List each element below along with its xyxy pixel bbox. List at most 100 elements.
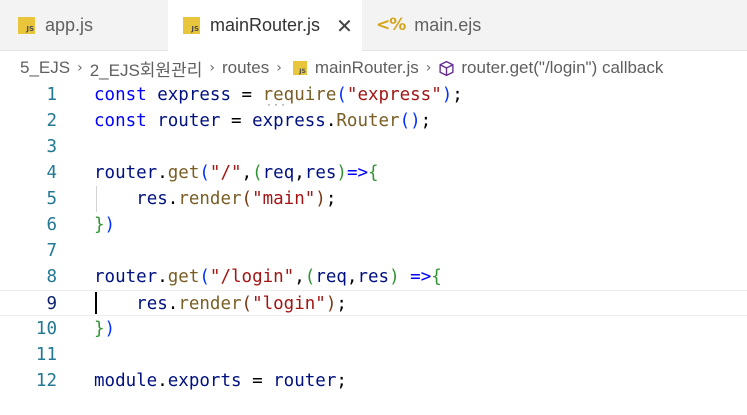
code-token: . <box>325 111 337 131</box>
code-token: Router <box>336 111 400 131</box>
code-text: res.render("main"); <box>94 186 336 212</box>
ejs-file-icon: <% <box>376 15 406 35</box>
code-token: ; <box>325 189 337 209</box>
code-token: . <box>157 163 168 183</box>
code-text: res.render("login"); <box>94 291 347 317</box>
code-token: const <box>94 111 147 131</box>
code-token: require <box>262 85 337 105</box>
code-token: "/login" <box>209 267 295 287</box>
code-line[interactable]: 9 res.render("login"); <box>0 290 747 316</box>
code-token: , <box>241 163 253 183</box>
code-line[interactable]: 11 <box>0 342 747 368</box>
code-text: router.get("/",(req,res)=>{ <box>94 160 379 186</box>
code-line[interactable]: 2 const router = express.Router(); <box>0 108 747 134</box>
tab-main-router-js[interactable]: JS mainRouter.js ✕ <box>168 0 362 51</box>
code-line[interactable]: 12 module.exports = router; <box>0 368 747 394</box>
code-token: . <box>167 189 179 209</box>
line-number: 7 <box>46 241 57 261</box>
chevron-right-icon: › <box>276 60 282 76</box>
code-line[interactable]: 1 const express = require("express"); <box>0 82 747 108</box>
code-token: } <box>94 215 105 235</box>
code-text: const express = require("express"); <box>94 82 463 108</box>
line-number: 3 <box>46 137 57 157</box>
code-token: exports <box>167 371 242 391</box>
code-token: ( <box>199 267 210 287</box>
code-token: ) <box>336 163 347 183</box>
tab-app-js[interactable]: JS app.js <box>0 0 168 50</box>
code-token: ( <box>336 85 347 105</box>
line-number: 12 <box>35 371 57 391</box>
code-line[interactable]: 7 <box>0 238 747 264</box>
breadcrumb-item-5-ejs[interactable]: 5_EJS <box>20 58 70 78</box>
breadcrumb-item-ejs-member[interactable]: 2_EJS회원관리 <box>90 56 203 81</box>
js-file-icon: JS <box>183 17 200 34</box>
code-token: { <box>431 267 442 287</box>
code-token: ; <box>336 371 347 391</box>
code-line[interactable]: 4 router.get("/",(req,res)=>{ <box>0 160 747 186</box>
line-number: 6 <box>46 215 57 235</box>
code-token: } <box>94 319 105 339</box>
line-number: 11 <box>35 345 57 365</box>
close-icon[interactable]: ✕ <box>336 14 353 38</box>
text-cursor <box>95 292 97 314</box>
code-token: ( <box>304 267 316 287</box>
code-line[interactable]: 8 router.get("/login",(req,res) =>{ <box>0 264 747 290</box>
tab-label: main.ejs <box>414 14 482 35</box>
code-editor[interactable]: ··· 1 const express = require("express");… <box>0 82 747 415</box>
code-token: { <box>368 163 379 183</box>
code-token: () <box>399 111 421 131</box>
code-token: , <box>294 267 305 287</box>
code-token: , <box>346 267 358 287</box>
line-number: 2 <box>46 111 57 131</box>
tab-main-ejs[interactable]: <% main.ejs <box>362 0 522 50</box>
line-number: 10 <box>35 319 57 339</box>
line-number: 1 <box>46 85 57 105</box>
code-line[interactable]: 10}) <box>0 316 747 342</box>
code-token: . <box>167 294 179 314</box>
code-token: ; <box>452 85 463 105</box>
tab-label: mainRouter.js <box>210 15 321 35</box>
code-token: ( <box>199 163 210 183</box>
breadcrumb-item-routes[interactable]: routes <box>222 58 269 78</box>
code-token: req <box>315 267 347 287</box>
line-number: 4 <box>46 163 57 183</box>
breadcrumb-item-file[interactable]: mainRouter.js <box>315 58 419 78</box>
code-token: "/" <box>209 163 242 183</box>
code-token: ( <box>252 163 263 183</box>
code-token: => <box>410 267 432 287</box>
code-token: ; <box>420 111 432 131</box>
code-token: get <box>167 163 200 183</box>
line-number: 8 <box>46 267 57 287</box>
code-token: router <box>94 267 158 287</box>
code-line[interactable]: 5 res.render("main"); <box>0 186 747 212</box>
code-token: ) <box>441 85 453 105</box>
editor-tab-bar: JS app.js JS mainRouter.js ✕ <% main.ejs <box>0 0 747 51</box>
code-token: "express" <box>346 85 442 105</box>
code-token: render <box>178 294 242 314</box>
chevron-right-icon: › <box>77 60 83 76</box>
code-line[interactable]: 3 <box>0 134 747 160</box>
code-token: ) <box>325 294 337 314</box>
code-token: ( <box>241 294 253 314</box>
code-token: . <box>157 371 168 391</box>
code-token: = <box>241 371 274 391</box>
code-token: => <box>346 163 369 183</box>
code-text: }) <box>94 212 115 238</box>
code-token: router <box>94 163 158 183</box>
code-token: router <box>157 111 221 131</box>
breadcrumb: 5_EJS › 2_EJS회원관리 › routes › JS mainRout… <box>0 52 747 84</box>
breadcrumb-item-symbol[interactable]: router.get("/login") callback <box>461 58 663 78</box>
js-file-icon: JS <box>18 16 35 34</box>
code-token: ; <box>336 294 347 314</box>
code-token: = <box>220 111 253 131</box>
code-token: res <box>357 267 390 287</box>
code-token: "main" <box>252 189 316 209</box>
code-token: express <box>252 111 326 131</box>
code-token: ( <box>241 189 253 209</box>
line-number: 5 <box>46 189 57 209</box>
code-line[interactable]: 6}) <box>0 212 747 238</box>
code-token: ) <box>389 267 400 287</box>
